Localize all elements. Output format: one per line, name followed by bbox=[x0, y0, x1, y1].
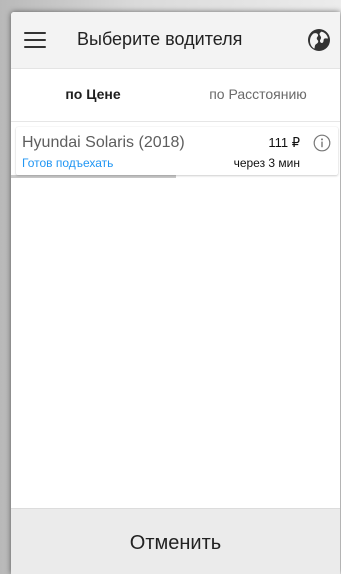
cancel-button[interactable]: Отменить bbox=[11, 509, 340, 574]
app-bar: Выберите водителя bbox=[11, 12, 340, 69]
tab-by-distance[interactable]: по Расстоянию bbox=[176, 69, 340, 121]
driver-status: Готов подъехать bbox=[22, 156, 114, 170]
tab-by-price[interactable]: по Цене bbox=[11, 69, 175, 121]
driver-card[interactable]: Hyundai Solaris (2018) Готов подъехать 1… bbox=[16, 127, 338, 175]
tab-indicator bbox=[11, 175, 176, 178]
sort-tabs: по Цене по Расстоянию bbox=[11, 69, 340, 178]
globe-icon[interactable] bbox=[307, 28, 331, 52]
arrival-time: через 3 мин bbox=[233, 156, 300, 170]
info-icon[interactable] bbox=[313, 134, 331, 152]
page-title: Выберите водителя bbox=[77, 29, 243, 49]
hamburger-menu-icon[interactable] bbox=[24, 32, 46, 48]
trip-price: 111 ₽ bbox=[268, 135, 300, 150]
car-name: Hyundai Solaris (2018) bbox=[22, 134, 185, 151]
app-screen: Выберите водителя по Цене по Расстоянию … bbox=[11, 12, 340, 574]
bottom-bar: Отменить bbox=[11, 508, 340, 574]
